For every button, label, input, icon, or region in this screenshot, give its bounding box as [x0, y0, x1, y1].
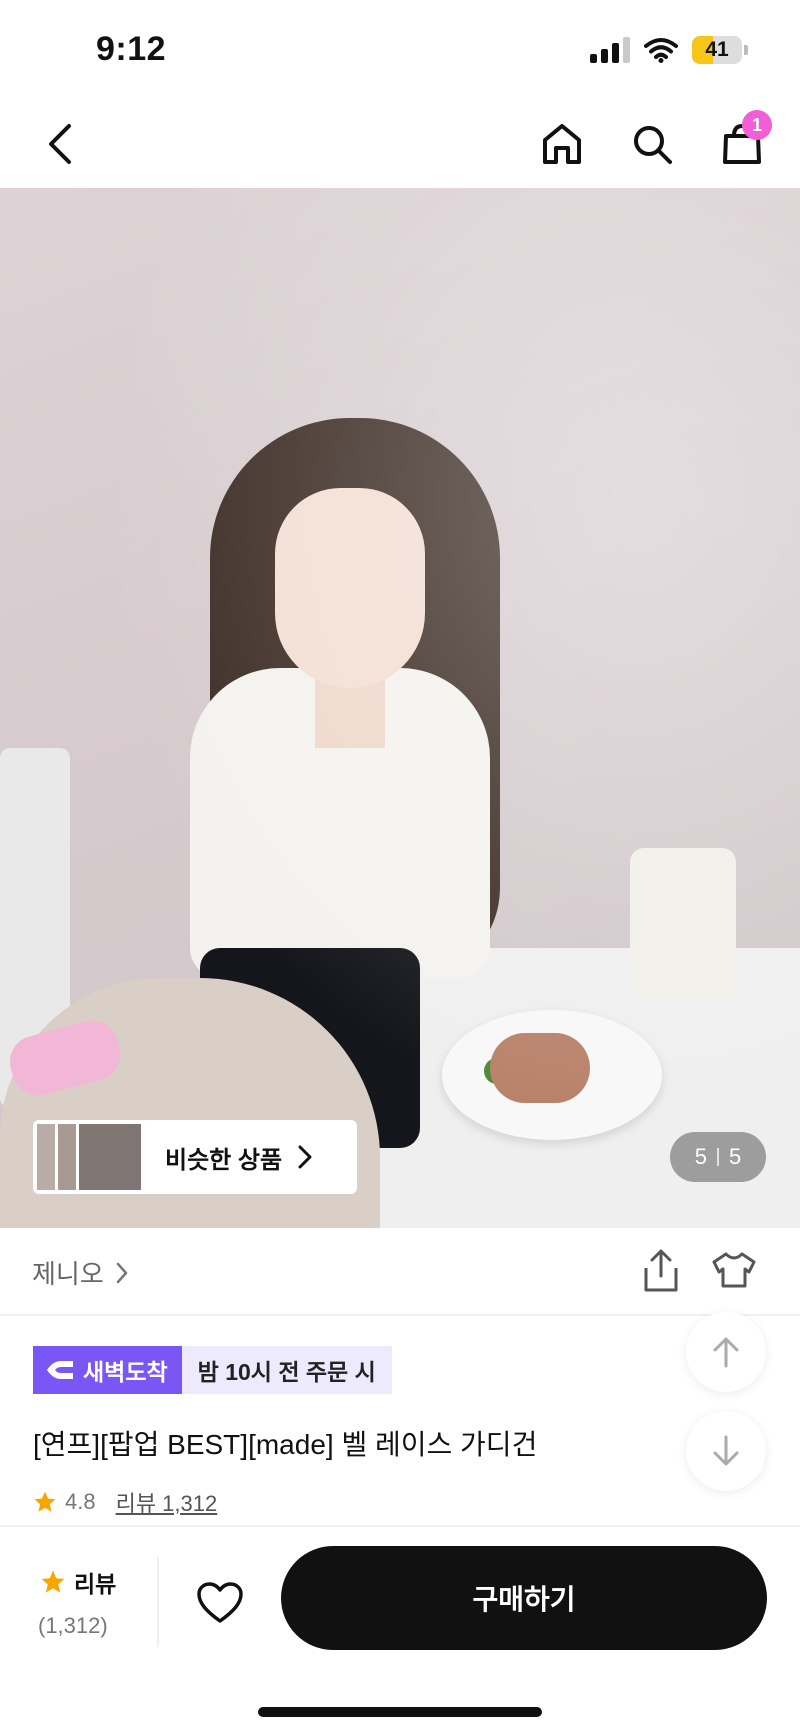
- similar-thumbnails: [37, 1124, 141, 1190]
- image-counter: 5 5: [670, 1132, 766, 1182]
- similar-products-button[interactable]: 비슷한 상품: [33, 1120, 357, 1194]
- rating-row: 4.8 리뷰 1,312: [33, 1486, 217, 1518]
- dawn-delivery-icon: [47, 1361, 73, 1379]
- star-icon: [41, 1570, 65, 1593]
- back-icon: [49, 124, 71, 164]
- image-counter-total: 5: [729, 1144, 742, 1169]
- bottom-purchase-bar: 리뷰 (1,312) 구매하기: [0, 1525, 800, 1732]
- dawn-delivery-badge: 새벽도착 밤 10시 전 주문 시: [33, 1346, 392, 1394]
- wishlist-button[interactable]: [190, 1575, 250, 1631]
- status-indicators: 41: [590, 36, 748, 64]
- arrow-down-icon: [713, 1435, 739, 1466]
- wifi-icon: [644, 38, 678, 63]
- scroll-top-button[interactable]: [686, 1312, 766, 1392]
- search-button[interactable]: [624, 116, 680, 172]
- share-icon: [644, 1249, 678, 1292]
- review-summary-label: 리뷰: [74, 1571, 117, 1597]
- battery-icon: 41: [692, 36, 748, 64]
- battery-level: 41: [705, 38, 729, 61]
- share-button[interactable]: [638, 1248, 684, 1294]
- review-link[interactable]: 리뷰 1,312: [116, 1486, 218, 1518]
- scroll-bottom-button[interactable]: [686, 1411, 766, 1491]
- top-nav-bar: 1: [0, 100, 800, 188]
- chevron-right-icon: [116, 1262, 128, 1283]
- chevron-right-icon: [298, 1145, 312, 1169]
- arrow-up-icon: [713, 1337, 739, 1368]
- brand-link[interactable]: 제니오: [32, 1254, 128, 1291]
- similar-products-label: 비슷한 상품: [165, 1146, 283, 1174]
- star-icon: [34, 1491, 56, 1512]
- cart-count-badge: 1: [742, 110, 772, 140]
- home-icon: [543, 124, 581, 164]
- status-bar: 9:12 41: [0, 0, 800, 100]
- review-summary-button[interactable]: 리뷰 (1,312): [38, 1565, 158, 1639]
- search-icon: [634, 126, 672, 164]
- product-title: [연프][팝업 BEST][made] 벨 레이스 가디건: [33, 1429, 538, 1460]
- product-image-gallery[interactable]: 비슷한 상품 5 5: [0, 188, 800, 1228]
- delivery-badge-label: 새벽도착: [83, 1359, 168, 1385]
- virtual-fitting-button[interactable]: [710, 1248, 758, 1294]
- review-summary-count: (1,312): [38, 1613, 108, 1638]
- buy-button[interactable]: 구매하기: [281, 1546, 767, 1650]
- heart-icon: [197, 1582, 243, 1623]
- status-time: 9:12: [96, 30, 167, 68]
- home-indicator: [258, 1707, 542, 1717]
- cellular-signal-icon: [590, 37, 630, 63]
- cart-button[interactable]: 1: [714, 110, 772, 172]
- divider: [157, 1557, 159, 1647]
- delivery-note: 밤 10시 전 주문 시: [181, 1346, 392, 1394]
- rating-score: 4.8: [65, 1489, 96, 1514]
- hanger-icon: [712, 1252, 756, 1288]
- brand-row: 제니오: [0, 1228, 800, 1316]
- back-button[interactable]: [32, 116, 88, 172]
- image-counter-current: 5: [694, 1144, 707, 1169]
- home-button[interactable]: [534, 116, 590, 172]
- brand-name: 제니오: [32, 1259, 104, 1289]
